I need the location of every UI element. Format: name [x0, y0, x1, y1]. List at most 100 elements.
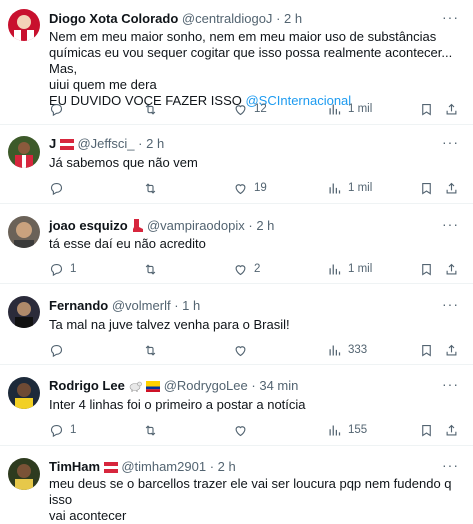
- tweet-6[interactable]: TimHam @timham2901 · 2 h ··· meu deus se…: [0, 446, 473, 523]
- bookmark-button[interactable]: [419, 261, 434, 277]
- action-bar: 333: [49, 342, 459, 358]
- tweet-1[interactable]: Diogo Xota Colorado @centraldiogoJ · 2 h…: [0, 0, 473, 125]
- tweet-header: Fernando @volmerlf · 1 h: [49, 298, 200, 313]
- like-button[interactable]: 2: [233, 261, 260, 277]
- views-count: 1 mil: [348, 182, 373, 194]
- avatar[interactable]: [8, 377, 40, 409]
- avatar[interactable]: [8, 136, 40, 168]
- tweet-header: joao esquizo @vampiraodopix · 2 h: [49, 218, 274, 233]
- reply-button[interactable]: 1: [49, 422, 76, 438]
- bookmark-button[interactable]: [419, 422, 434, 438]
- reply-count: 1: [70, 263, 77, 275]
- text-line: meu deus se o barcellos trazer ele vai s…: [49, 476, 452, 507]
- retweet-icon: [145, 344, 156, 356]
- timestamp[interactable]: 2 h: [146, 136, 164, 151]
- timestamp[interactable]: 34 min: [259, 378, 298, 393]
- tweet-text: Ta mal na juve talvez venha para o Brasi…: [49, 317, 454, 333]
- like-button[interactable]: 19: [233, 180, 267, 196]
- avatar-image: [8, 296, 40, 328]
- display-name[interactable]: Rodrigo Lee: [49, 378, 125, 393]
- views-count: 1 mil: [348, 103, 373, 115]
- views-count: 333: [348, 344, 368, 356]
- views-button[interactable]: 1 mil: [327, 101, 372, 117]
- handle[interactable]: @volmerlf: [112, 298, 171, 313]
- display-name[interactable]: Fernando: [49, 298, 108, 313]
- bookmark-button[interactable]: [419, 180, 434, 196]
- reply-button[interactable]: 1: [49, 261, 76, 277]
- share-button[interactable]: [444, 261, 459, 277]
- handle[interactable]: @Jeffsci_: [77, 136, 134, 151]
- text-line: Ta mal na juve talvez venha para o Brasi…: [49, 317, 290, 332]
- avatar[interactable]: [8, 458, 40, 490]
- share-icon: [446, 103, 457, 114]
- retweet-button[interactable]: [143, 180, 164, 196]
- separator: ·: [209, 459, 215, 474]
- more-icon[interactable]: ···: [442, 9, 459, 25]
- action-bar: 1 2 1 mil: [49, 261, 459, 277]
- more-icon[interactable]: ···: [442, 296, 459, 312]
- tweet-3[interactable]: joao esquizo @vampiraodopix · 2 h ··· tá…: [0, 204, 473, 284]
- timestamp[interactable]: 2 h: [284, 11, 302, 26]
- handle[interactable]: @vampiraodopix: [147, 218, 245, 233]
- tweet-2[interactable]: J @Jeffsci_ · 2 h ··· Já sabemos que não…: [0, 125, 473, 204]
- share-icon: [446, 182, 457, 193]
- display-name[interactable]: joao esquizo: [49, 218, 128, 233]
- more-icon[interactable]: ···: [442, 134, 459, 150]
- action-bar: 1 155: [49, 422, 459, 438]
- display-name[interactable]: J: [49, 136, 56, 151]
- bookmark-icon: [422, 182, 431, 195]
- views-button[interactable]: 1 mil: [327, 261, 372, 277]
- retweet-button[interactable]: [143, 342, 164, 358]
- retweet-button[interactable]: [143, 422, 164, 438]
- avatar[interactable]: [8, 9, 40, 41]
- display-name[interactable]: TimHam: [49, 459, 100, 474]
- handle[interactable]: @centraldiogoJ: [182, 11, 273, 26]
- text-line: uiui quem me dera: [49, 77, 157, 92]
- more-icon[interactable]: ···: [442, 376, 459, 392]
- like-button[interactable]: 12: [233, 101, 267, 117]
- avatar[interactable]: [8, 296, 40, 328]
- views-icon: [329, 183, 341, 193]
- reply-button[interactable]: [49, 101, 70, 117]
- like-button[interactable]: [233, 342, 254, 358]
- retweet-button[interactable]: [143, 101, 164, 117]
- text-line: Já sabemos que não vem: [49, 155, 198, 170]
- more-icon[interactable]: ···: [442, 457, 459, 473]
- bookmark-button[interactable]: [419, 101, 434, 117]
- timestamp[interactable]: 1 h: [182, 298, 200, 313]
- timestamp[interactable]: 2 h: [218, 459, 236, 474]
- views-button[interactable]: 333: [327, 342, 367, 358]
- share-button[interactable]: [444, 422, 459, 438]
- tweet-4[interactable]: Fernando @volmerlf · 1 h ··· Ta mal na j…: [0, 284, 473, 365]
- handle[interactable]: @RodrygoLee: [164, 378, 248, 393]
- display-name[interactable]: Diogo Xota Colorado: [49, 11, 178, 26]
- like-count: 2: [254, 263, 261, 275]
- views-button[interactable]: 155: [327, 422, 367, 438]
- timestamp[interactable]: 2 h: [256, 218, 274, 233]
- like-button[interactable]: [233, 422, 254, 438]
- share-button[interactable]: [444, 101, 459, 117]
- bookmark-button[interactable]: [419, 342, 434, 358]
- handle[interactable]: @timham2901: [121, 459, 206, 474]
- reply-icon: [50, 103, 63, 116]
- reply-button[interactable]: [49, 180, 70, 196]
- retweet-button[interactable]: [143, 261, 164, 277]
- share-button[interactable]: [444, 342, 459, 358]
- flag-icon: [59, 139, 74, 150]
- share-icon: [446, 344, 457, 355]
- more-icon[interactable]: ···: [442, 216, 459, 232]
- tweet-text: Nem em meu maior sonho, nem em meu maior…: [49, 29, 454, 109]
- tweet-5[interactable]: Rodrigo Lee @RodrygoLee · 34 min ··· Int…: [0, 365, 473, 446]
- share-button[interactable]: [444, 180, 459, 196]
- reply-icon: [50, 424, 63, 437]
- avatar[interactable]: [8, 216, 40, 248]
- reply-button[interactable]: [49, 342, 70, 358]
- retweet-icon: [145, 182, 156, 194]
- retweet-icon: [145, 263, 156, 275]
- tweet-text: meu deus se o barcellos trazer ele vai s…: [49, 476, 454, 524]
- avatar-image: [8, 216, 40, 248]
- tweet-text: Já sabemos que não vem: [49, 155, 454, 171]
- reply-count: 1: [70, 424, 77, 436]
- separator: ·: [276, 11, 281, 26]
- views-button[interactable]: 1 mil: [327, 180, 372, 196]
